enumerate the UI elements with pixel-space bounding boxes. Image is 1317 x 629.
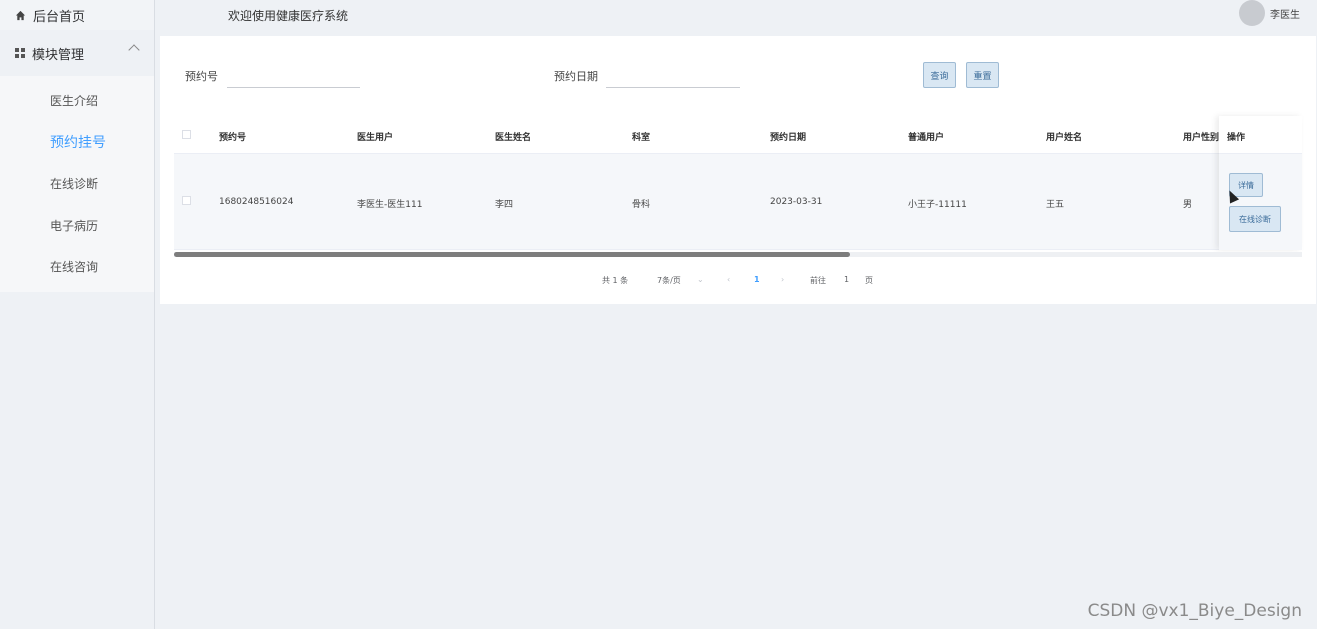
sidebar-item-doctor-intro[interactable]: 医生介绍 (0, 80, 154, 122)
column-header[interactable]: 科室 (632, 130, 650, 143)
sidebar-item-label: 预约挂号 (50, 135, 106, 152)
sidebar-item-appointment[interactable]: 预约挂号 (0, 122, 154, 164)
column-header[interactable]: 医生用户 (357, 130, 393, 143)
sidebar-group-modules[interactable]: 模块管理 (0, 30, 154, 76)
home-icon (15, 9, 27, 21)
goto-suffix: 页 (865, 276, 873, 285)
page-number-current[interactable]: 1 (754, 275, 760, 284)
watermark: CSDN @vx1_Biye_Design (1087, 601, 1302, 621)
sidebar-item-label: 后台首页 (33, 9, 86, 25)
column-header[interactable]: 预约号 (219, 130, 246, 143)
page-size-select[interactable]: 7条/页 (657, 275, 681, 286)
next-page-icon[interactable]: › (781, 275, 784, 284)
sidebar-item-home[interactable]: 后台首页 (0, 0, 154, 30)
cell-appointment-date: 2023-03-31 (770, 197, 823, 207)
grid-icon (15, 47, 26, 59)
search-form: 预约号 预约日期 查询 重置 (160, 62, 1316, 92)
cell-doctor-user: 李医生-医生111 (357, 200, 423, 210)
sidebar-item-online-consult[interactable]: 在线咨询 (0, 246, 154, 288)
online-diagnosis-button[interactable]: 在线诊断 (1229, 206, 1281, 232)
cell-user-name: 王五 (1046, 200, 1065, 210)
sidebar-group-label: 模块管理 (32, 47, 85, 63)
data-table: 预约号 医生用户 医生姓名 科室 预约日期 普通用户 用户姓名 用户性别 168… (174, 116, 1302, 257)
sidebar-item-medical-record[interactable]: 电子病历 (0, 205, 154, 247)
table-row[interactable]: 1680248516024 李医生-医生111 李四 骨科 2023-03-31… (174, 154, 1302, 250)
page-title: 欢迎使用健康医疗系统 (228, 8, 349, 23)
sidebar-item-label: 在线咨询 (50, 260, 99, 275)
cell-department: 骨科 (632, 200, 651, 210)
cell-appointment-no: 1680248516024 (219, 197, 294, 207)
row-checkbox[interactable] (182, 196, 191, 205)
appointment-no-input[interactable] (227, 62, 360, 88)
user-name: 李医生 (1270, 9, 1300, 21)
action-column: 操作 详情 在线诊断 (1219, 116, 1302, 250)
query-button[interactable]: 查询 (923, 62, 956, 88)
sidebar-item-label: 医生介绍 (50, 94, 99, 109)
sidebar-item-online-diagnosis[interactable]: 在线诊断 (0, 163, 154, 205)
select-all-checkbox[interactable] (182, 130, 191, 139)
scrollbar-thumb[interactable] (174, 252, 850, 257)
cell-user-gender: 男 (1183, 200, 1193, 210)
sidebar-item-label: 电子病历 (50, 218, 99, 233)
avatar[interactable] (1239, 0, 1265, 26)
user-menu[interactable]: 李医生 (1239, 0, 1300, 26)
appointment-date-input[interactable] (606, 62, 740, 88)
horizontal-scrollbar[interactable] (174, 252, 1302, 257)
chevron-up-icon[interactable] (128, 44, 140, 56)
table-header: 预约号 医生用户 医生姓名 科室 预约日期 普通用户 用户姓名 用户性别 (174, 116, 1302, 154)
reset-button[interactable]: 重置 (966, 62, 999, 88)
column-header[interactable]: 用户性别 (1183, 130, 1219, 143)
action-header: 操作 (1219, 116, 1302, 154)
appointment-date-label: 预约日期 (554, 70, 598, 83)
pagination: 共 1 条 7条/页 ⌄ ‹ 1 › 前往 1 页 (160, 273, 1316, 287)
column-header[interactable]: 普通用户 (908, 130, 944, 143)
goto-page-input[interactable]: 1 (844, 275, 849, 284)
pagination-total: 共 1 条 (602, 276, 629, 285)
column-header[interactable]: 医生姓名 (495, 130, 531, 143)
sidebar-item-label: 在线诊断 (50, 177, 99, 192)
goto-prefix: 前往 (810, 276, 826, 285)
cell-normal-user: 小王子-11111 (908, 200, 967, 210)
cell-doctor-name: 李四 (495, 200, 514, 210)
appointment-no-label: 预约号 (185, 70, 218, 83)
sidebar: 后台首页 模块管理 医生介绍 预约挂号 在线诊断 电子病历 在线咨询 (0, 0, 155, 629)
main-card: 预约号 预约日期 查询 重置 预约号 医生用户 医生姓名 科室 预约日期 普通用… (160, 36, 1316, 304)
sidebar-submenu: 医生介绍 预约挂号 在线诊断 电子病历 在线咨询 (0, 76, 154, 292)
column-header[interactable]: 预约日期 (770, 130, 806, 143)
column-header[interactable]: 用户姓名 (1046, 130, 1082, 143)
prev-page-icon[interactable]: ‹ (727, 275, 730, 284)
top-header: 欢迎使用健康医疗系统 李医生 (155, 0, 1317, 30)
chevron-down-icon[interactable]: ⌄ (697, 275, 704, 284)
